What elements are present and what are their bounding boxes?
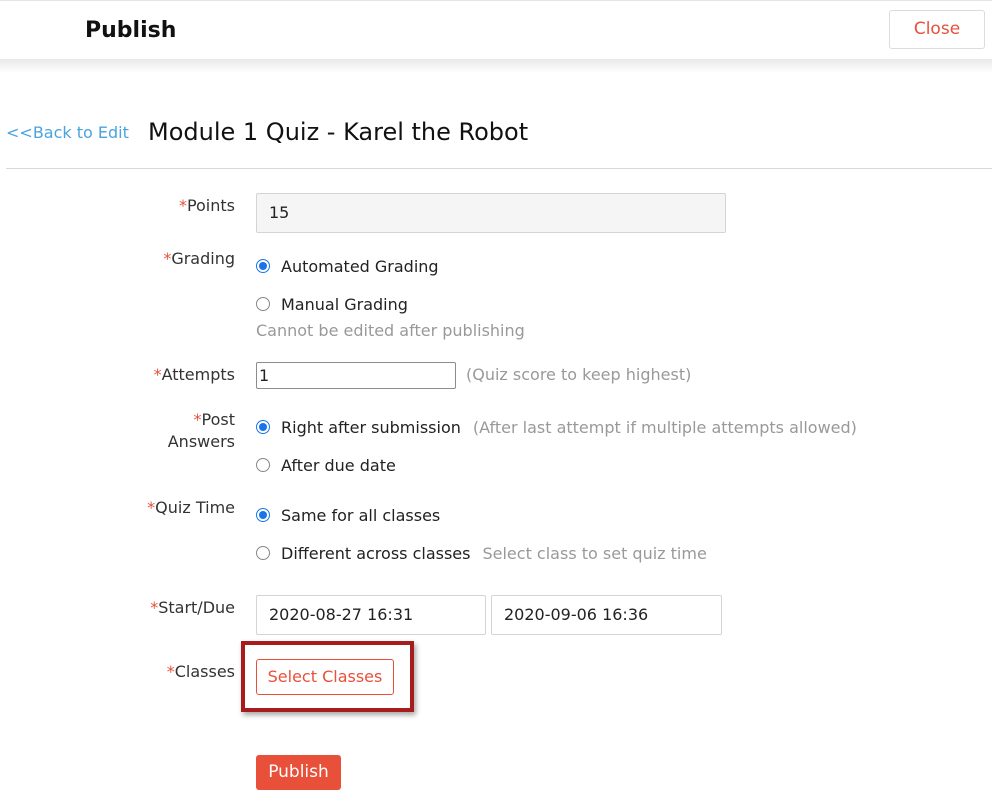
grading-label-text: Grading xyxy=(171,249,235,268)
start-due-label-text: Start/Due xyxy=(158,598,235,617)
post-answers-label: *Post Answers xyxy=(35,409,235,453)
required-mark: * xyxy=(193,410,202,429)
back-to-edit-link[interactable]: <<Back to Edit xyxy=(6,122,129,144)
required-mark: * xyxy=(147,498,156,517)
radio-unchecked-icon[interactable] xyxy=(256,458,270,472)
quiz-time-label-text: Quiz Time xyxy=(155,498,235,517)
select-classes-button[interactable]: Select Classes xyxy=(256,659,394,695)
start-due-label: *Start/Due xyxy=(35,597,235,619)
required-mark: * xyxy=(166,662,175,681)
grading-option-manual-label: Manual Grading xyxy=(281,294,408,314)
post-answers-label-line1: Post xyxy=(201,410,235,429)
grading-note: Cannot be edited after publishing xyxy=(256,321,525,340)
start-date-input[interactable]: 2020-08-27 16:31 xyxy=(256,595,486,635)
publish-button[interactable]: Publish xyxy=(256,755,341,790)
grading-option-automated-label: Automated Grading xyxy=(281,256,439,276)
attempts-label-text: Attempts xyxy=(161,365,235,384)
page-title: Module 1 Quiz - Karel the Robot xyxy=(148,118,529,146)
grading-label: *Grading xyxy=(35,248,235,270)
close-button[interactable]: Close xyxy=(889,10,985,49)
attempts-input[interactable]: 1 xyxy=(256,362,456,389)
top-bar-shadow xyxy=(0,59,992,73)
points-label: *Points xyxy=(35,195,235,217)
attempts-hint: (Quiz score to keep highest) xyxy=(466,365,692,384)
radio-checked-icon[interactable] xyxy=(256,420,270,434)
quiz-time-option-same[interactable]: Same for all classes xyxy=(256,503,440,527)
post-answers-label-line2: Answers xyxy=(167,432,235,451)
classes-label: *Classes xyxy=(35,661,235,683)
attempts-label: *Attempts xyxy=(35,364,235,386)
required-mark: * xyxy=(178,196,187,215)
grading-option-manual[interactable]: Manual Grading xyxy=(256,292,408,316)
quiz-time-hint: Select class to set quiz time xyxy=(482,543,707,563)
points-input[interactable]: 15 xyxy=(256,193,726,233)
radio-checked-icon[interactable] xyxy=(256,508,270,522)
post-answers-option-right-after[interactable]: Right after submission (After last attem… xyxy=(256,415,857,439)
radio-unchecked-icon[interactable] xyxy=(256,297,270,311)
post-answers-option-after-due[interactable]: After due date xyxy=(256,453,396,477)
top-bar: Publish Close xyxy=(0,0,992,59)
required-mark: * xyxy=(153,365,162,384)
radio-unchecked-icon[interactable] xyxy=(256,546,270,560)
divider xyxy=(6,168,992,169)
classes-label-text: Classes xyxy=(174,662,235,681)
radio-checked-icon[interactable] xyxy=(256,259,270,273)
post-answers-option-right-after-label: Right after submission xyxy=(281,417,461,437)
post-answers-hint: (After last attempt if multiple attempts… xyxy=(472,417,857,437)
points-label-text: Points xyxy=(186,196,235,215)
quiz-time-option-same-label: Same for all classes xyxy=(281,505,441,525)
post-answers-option-after-due-label: After due date xyxy=(281,455,396,475)
due-date-input[interactable]: 2020-09-06 16:36 xyxy=(491,595,722,635)
quiz-time-label: *Quiz Time xyxy=(35,497,235,519)
grading-option-automated[interactable]: Automated Grading xyxy=(256,254,439,278)
dialog-title: Publish xyxy=(85,18,177,43)
quiz-time-option-different-label: Different across classes xyxy=(281,543,471,563)
quiz-time-option-different[interactable]: Different across classes Select class to… xyxy=(256,541,707,565)
